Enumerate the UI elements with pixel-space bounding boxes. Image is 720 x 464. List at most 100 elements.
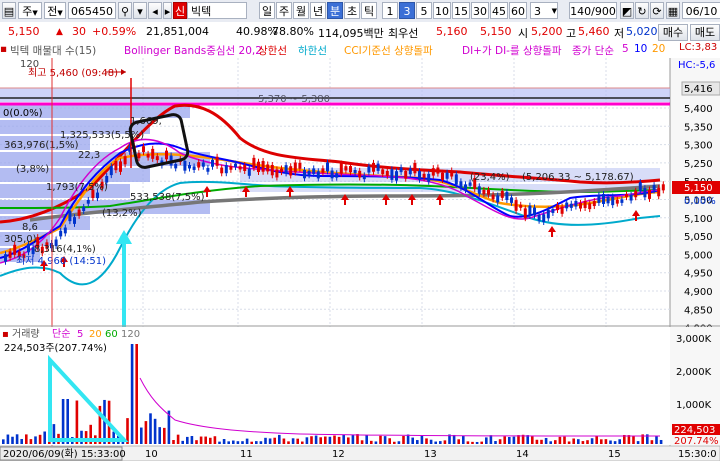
market-select[interactable]: 주▼ (18, 2, 42, 19)
legend-menu-icon[interactable]: ▪ (0, 43, 7, 55)
volume-bar (232, 440, 235, 444)
candle-body (330, 170, 334, 179)
period-second[interactable]: 초 (344, 2, 360, 19)
interval-3[interactable]: 3 (399, 2, 415, 19)
candle-body (206, 168, 210, 172)
chart-svg[interactable]: HC:-5,6 5,416 5,4005,3505,3005,2505,2005… (0, 58, 720, 462)
volume-value: 21,851,004 (146, 25, 209, 38)
turnover-ratio: 78.80% (272, 25, 314, 38)
period-day[interactable]: 일 (259, 2, 275, 19)
interval-30[interactable]: 30 (471, 2, 489, 19)
legend-cci[interactable]: CCI기준선 상향돌파 (344, 43, 433, 58)
interval-10[interactable]: 10 (433, 2, 451, 19)
candle-body (238, 166, 242, 170)
candle-body (114, 161, 118, 171)
candle-body (579, 203, 582, 209)
refresh-icon[interactable]: ⟳ (650, 2, 664, 19)
candle-body (197, 162, 201, 168)
candle-body (390, 169, 394, 180)
search-icon[interactable]: ⚲ (118, 2, 132, 19)
candle-body (326, 162, 329, 172)
interval-5[interactable]: 5 (416, 2, 432, 19)
period-month[interactable]: 월 (293, 2, 309, 19)
period-tick[interactable]: 틱 (361, 2, 377, 19)
dropdown-icon[interactable]: ▾ (133, 2, 147, 19)
interval-60[interactable]: 60 (509, 2, 527, 19)
buy-button[interactable]: 매수 (658, 24, 688, 41)
legend-close[interactable]: 종가 단순 (572, 43, 614, 58)
legend-bb-upper[interactable]: 상한선 (258, 43, 287, 58)
interval-1[interactable]: 1 (382, 2, 398, 19)
volume-bar (305, 437, 309, 444)
right-lc: LC:3,83 (679, 42, 718, 53)
volume-bar (618, 439, 621, 444)
price-tick-label: 5,250 (684, 159, 713, 170)
legend-di[interactable]: DI+가 DI-를 상향돌파 (462, 43, 562, 58)
volume-bar (319, 437, 322, 444)
step-icon[interactable]: ▸ (163, 2, 172, 19)
volume-bar (158, 427, 161, 444)
legend-bb-mid[interactable]: Bollinger Bands중심선 20,2 (124, 43, 262, 58)
time-tick-11: 11 (240, 449, 253, 460)
interval-45[interactable]: 45 (490, 2, 508, 19)
svg-text:533,538(7,5%): 533,538(7,5%) (130, 192, 205, 203)
period-year[interactable]: 년 (310, 2, 326, 19)
candle-body (450, 170, 454, 177)
indicator-legend: ▪ 빅텍 매물대 수(15) Bollinger Bands중심선 20,2 상… (0, 42, 720, 58)
count-field[interactable]: 140/900 (569, 2, 617, 19)
stock-name-field[interactable]: 빅텍 (187, 2, 247, 19)
volume-bar (144, 421, 148, 444)
candle-body (270, 164, 274, 176)
legend-ma10[interactable]: 10 (634, 43, 647, 55)
redraw-icon[interactable]: ↻ (635, 2, 649, 19)
legend-title[interactable]: 빅텍 매물대 수(15) (10, 43, 96, 58)
candle-body (514, 200, 518, 211)
volume-bar (255, 441, 258, 444)
volume-bar (351, 434, 355, 444)
volume-bar (531, 436, 534, 444)
candle-body (565, 202, 569, 209)
speaker-icon[interactable]: ◂ (148, 2, 162, 19)
volume-bar (595, 436, 598, 444)
chart-area[interactable]: HC:-5,6 5,416 5,4005,3505,3005,2505,2005… (0, 58, 720, 462)
candle-body (165, 150, 168, 160)
volume-bar (604, 439, 608, 444)
volume-bar (374, 441, 378, 444)
high-value: 5,460 (578, 25, 610, 38)
date-field[interactable]: 06/10 (682, 2, 720, 19)
period-minute[interactable]: 분 (327, 2, 343, 19)
legend-ma5[interactable]: 5 (622, 43, 629, 55)
code-input[interactable]: 065450 (68, 2, 116, 19)
candle-body (229, 166, 233, 170)
chart-settings-icon[interactable]: ◩ (620, 2, 634, 19)
volume-bar (489, 435, 493, 444)
calendar-icon[interactable]: ▦ (666, 2, 680, 19)
volume-bar (393, 441, 396, 444)
interval-input[interactable]: 3 ▼ (530, 2, 558, 19)
legend-ma20[interactable]: 20 (652, 43, 665, 55)
screen-menu-icon[interactable]: ▤ (2, 2, 16, 19)
volume-bar (655, 436, 658, 444)
volume-bar (443, 440, 447, 444)
volume-bar (485, 437, 488, 444)
legend-bb-lower[interactable]: 하한선 (298, 43, 327, 58)
market-type-select[interactable]: 전▼ (44, 2, 66, 19)
volume-bar (420, 435, 424, 444)
price-tick-label: 4,850 (684, 305, 713, 316)
candle-body (243, 164, 247, 171)
candle-body (247, 168, 251, 176)
volume-bar (425, 438, 428, 444)
time-tick-10: 10 (145, 449, 158, 460)
candle-body (137, 153, 141, 159)
candle-body (399, 167, 403, 173)
volume-bar (370, 440, 373, 444)
current-pct-tag: 0.00% (684, 196, 716, 207)
time-tick-14: 14 (516, 449, 529, 460)
volume-bar (328, 436, 332, 444)
sell-button[interactable]: 매도 (690, 24, 720, 41)
candle-body (27, 243, 30, 253)
period-week[interactable]: 주 (276, 2, 292, 19)
interval-15[interactable]: 15 (452, 2, 470, 19)
svg-text:(23,4%): (23,4%) (470, 172, 510, 183)
svg-text:(13,2%): (13,2%) (102, 208, 142, 219)
